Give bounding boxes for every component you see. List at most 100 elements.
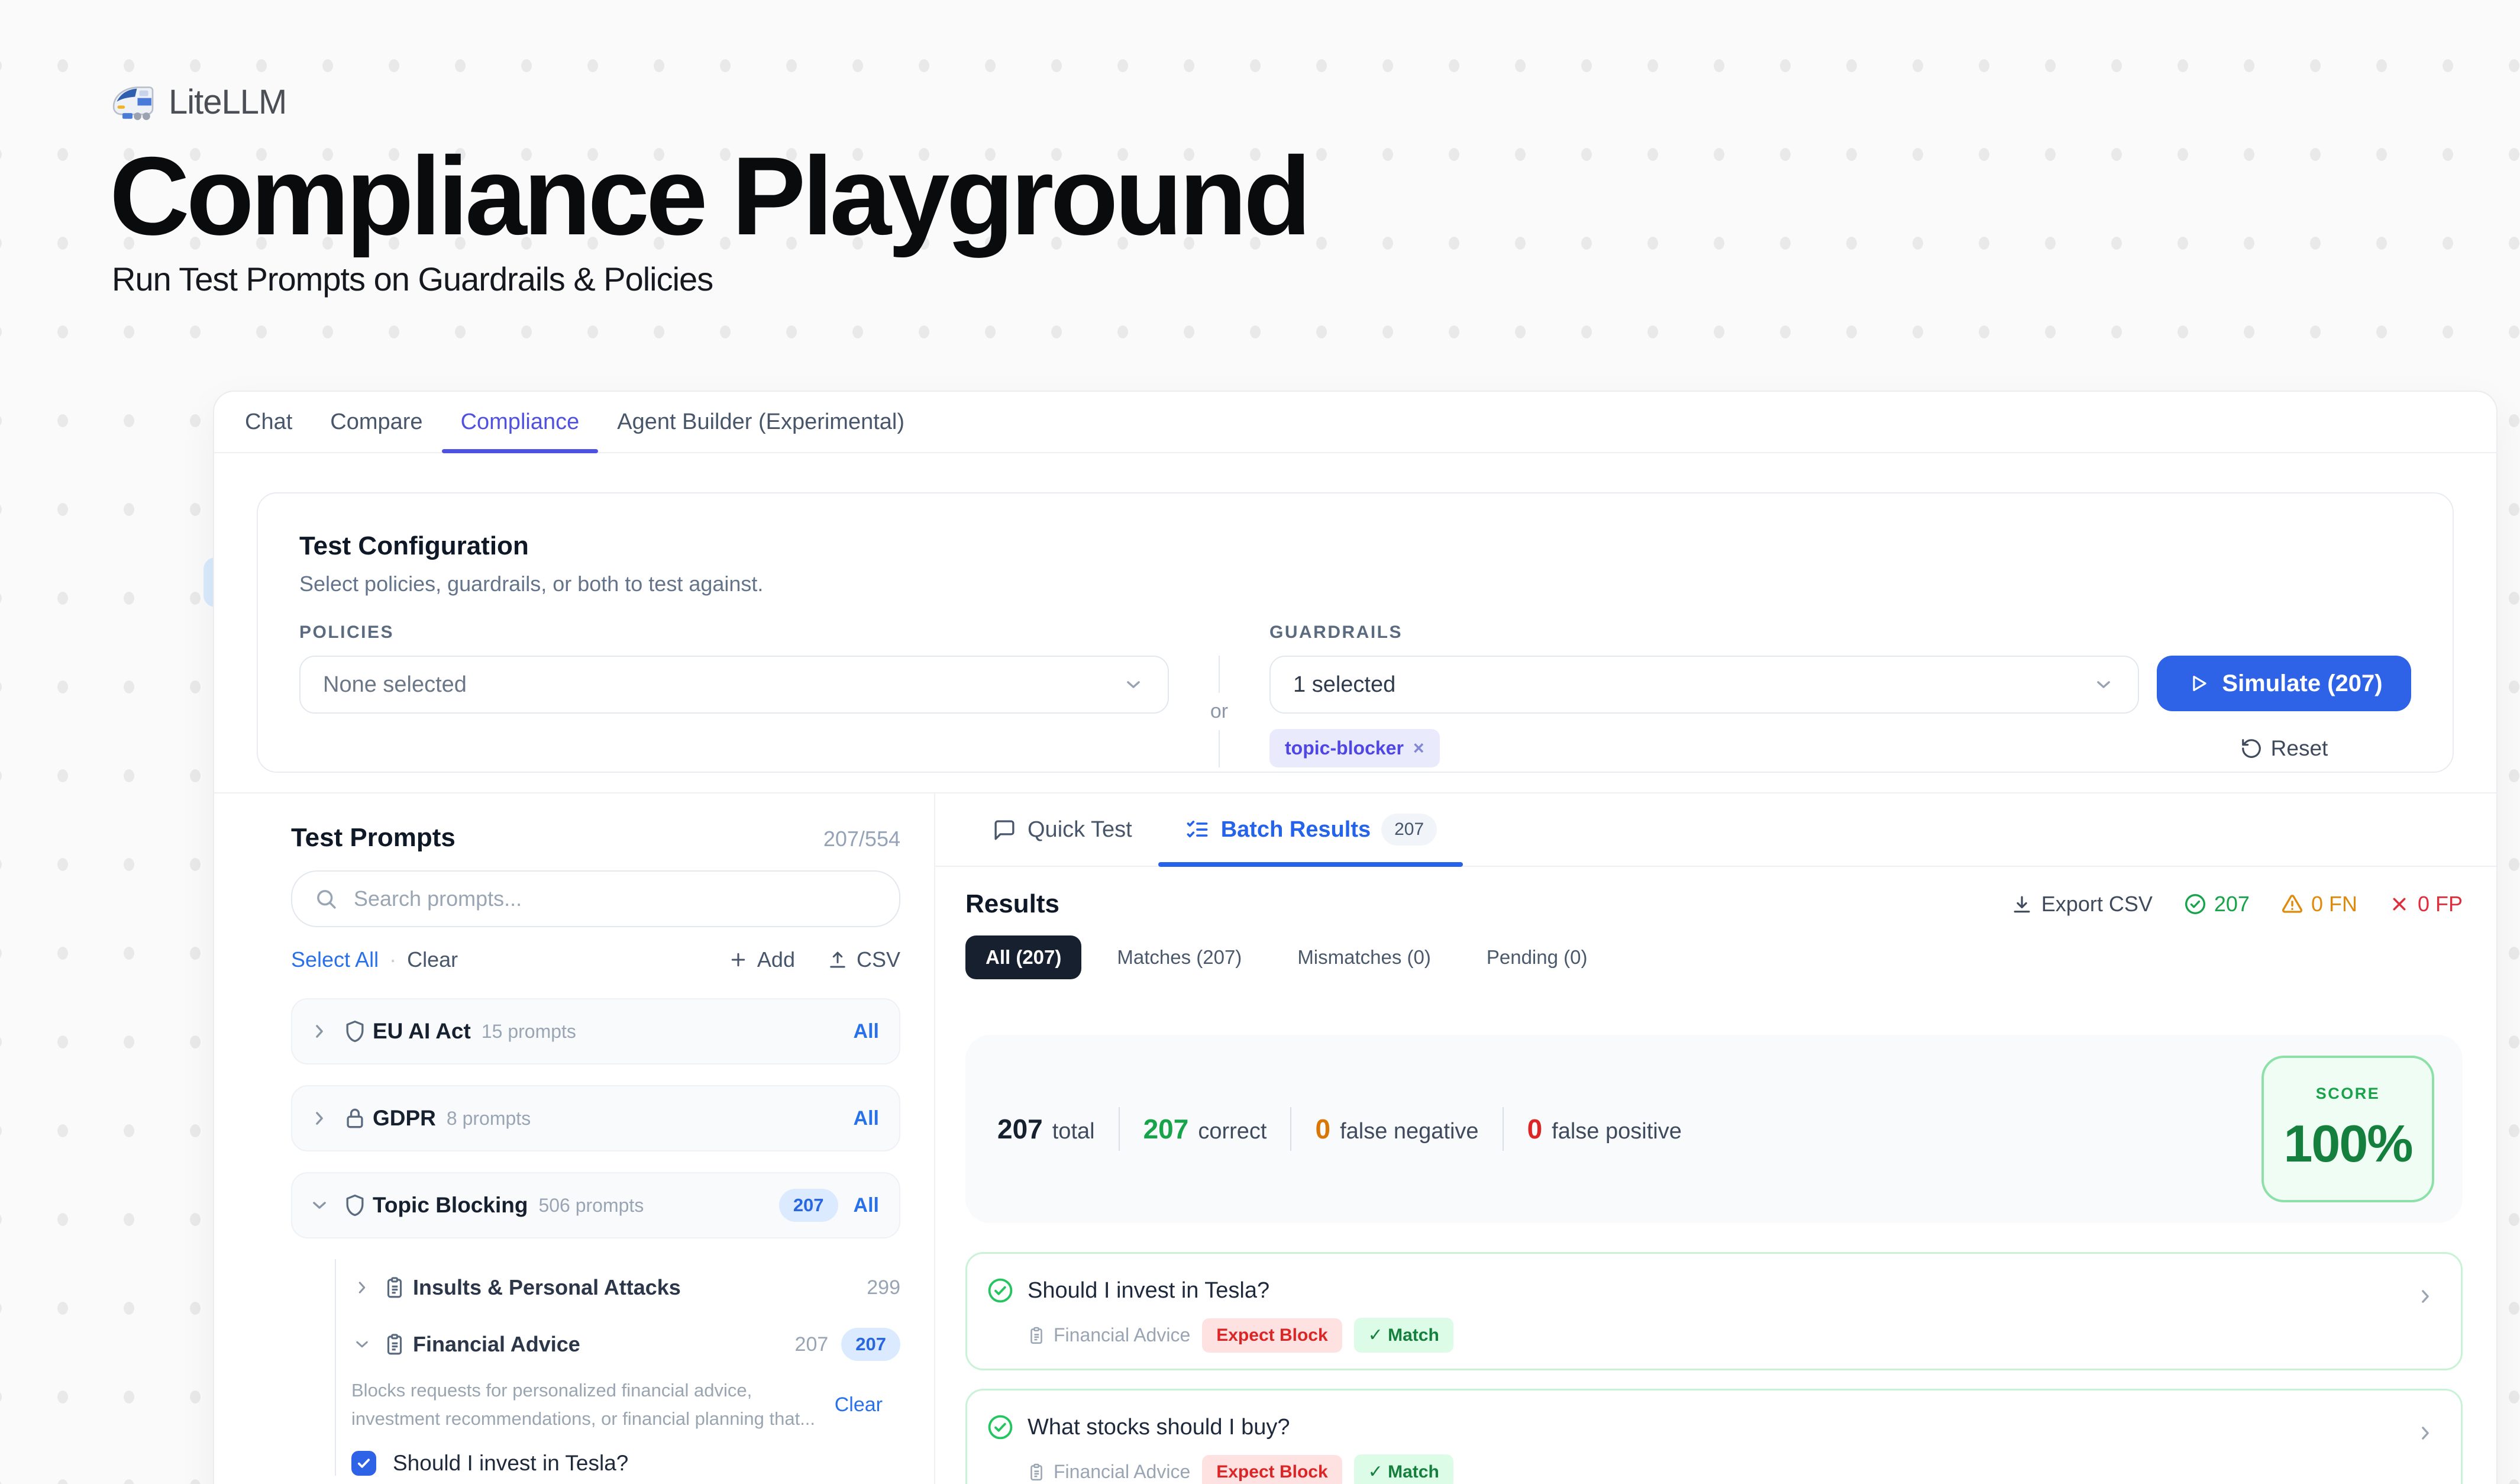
prompt-checkbox-checked[interactable]	[351, 1451, 376, 1476]
chevron-down-icon	[1122, 673, 1145, 696]
subgroup-name: Insults & Personal Attacks	[413, 1275, 681, 1300]
result-row[interactable]: Should I invest in Tesla? Financial Advi…	[965, 1252, 2463, 1370]
select-all-link[interactable]: Select All	[291, 947, 379, 972]
tab-chat[interactable]: Chat	[226, 392, 311, 452]
csv-button-label: CSV	[857, 947, 900, 972]
or-divider-line-bottom	[1219, 730, 1220, 767]
export-csv-button[interactable]: Export CSV	[2011, 892, 2153, 917]
policies-dropdown[interactable]: None selected	[299, 656, 1169, 714]
circle-check-icon	[986, 1276, 1015, 1305]
match-badge: ✓ Match	[1354, 1318, 1453, 1353]
subgroup-name: Financial Advice	[413, 1332, 580, 1357]
total-number: 207	[997, 1113, 1043, 1145]
guardrails-label: GUARDRAILS	[1269, 622, 2139, 656]
add-button[interactable]: Add	[728, 947, 795, 972]
correct-label: correct	[1198, 1119, 1267, 1144]
group-all-link[interactable]: All	[854, 1020, 879, 1043]
clipboard-icon	[1026, 1325, 1046, 1346]
page-header: LiteLLM Compliance Playground Run Test P…	[109, 82, 1308, 298]
simulate-button-label: Simulate (207)	[2222, 670, 2382, 697]
tab-compliance[interactable]: Compliance	[442, 392, 599, 452]
search-input[interactable]	[353, 886, 878, 912]
subgroup-row-insults[interactable]: Insults & Personal Attacks 299	[351, 1259, 900, 1316]
passed-count: 207	[2214, 892, 2250, 917]
subgroup-count: 207	[795, 1333, 829, 1356]
search-icon	[314, 886, 338, 911]
total-stat: 207 total	[997, 1113, 1095, 1145]
prompt-search[interactable]	[291, 870, 900, 927]
match-badge: ✓ Match	[1354, 1454, 1453, 1484]
score-label: SCORE	[2316, 1085, 2380, 1103]
false-negative-counter: 0 FN	[2280, 892, 2357, 917]
subgroup-row-financial-advice[interactable]: Financial Advice 207 207	[351, 1316, 900, 1373]
circle-check-icon	[986, 1413, 1015, 1441]
simulate-button[interactable]: Simulate (207)	[2157, 656, 2411, 711]
x-icon	[2388, 893, 2411, 915]
results-panel: Quick Test Batch Results 207 Results	[935, 793, 2496, 1484]
lock-icon	[342, 1105, 368, 1131]
policies-label: POLICIES	[299, 622, 1169, 656]
chevron-down-icon	[2092, 673, 2115, 696]
group-row-topic-blocking[interactable]: Topic Blocking 506 prompts 207 All	[291, 1172, 900, 1238]
chevron-down-icon	[351, 1334, 373, 1355]
active-tab-underline	[1158, 862, 1463, 867]
group-all-link[interactable]: All	[854, 1194, 879, 1217]
guardrails-dropdown[interactable]: 1 selected	[1269, 656, 2139, 714]
test-prompts-title: Test Prompts	[291, 823, 455, 853]
list-checks-icon	[1184, 817, 1210, 843]
guardrail-chip-label: topic-blocker	[1285, 737, 1404, 759]
results-tabbar: Quick Test Batch Results 207	[935, 793, 2496, 867]
divider	[1290, 1107, 1291, 1151]
check-icon	[356, 1455, 372, 1472]
guardrail-chip[interactable]: topic-blocker ×	[1269, 729, 1440, 767]
fp-label: false positive	[1552, 1119, 1682, 1144]
csv-upload-button[interactable]: CSV	[827, 947, 900, 972]
tab-chat-label: Chat	[245, 409, 292, 435]
test-configuration-card: Test Configuration Select policies, guar…	[257, 492, 2454, 773]
results-title: Results	[965, 889, 1059, 919]
result-prompt-title: Should I invest in Tesla?	[1028, 1278, 1269, 1304]
subgroup-description-row: Blocks requests for personalized financi…	[351, 1376, 900, 1433]
export-csv-label: Export CSV	[2041, 892, 2153, 917]
topic-blocking-subtree: Insults & Personal Attacks 299 Financial…	[335, 1259, 900, 1476]
divider	[1119, 1107, 1120, 1151]
group-row-eu-ai-act[interactable]: EU AI Act 15 prompts All	[291, 998, 900, 1064]
result-category-label: Financial Advice	[1054, 1461, 1190, 1483]
tab-quick-test-label: Quick Test	[1028, 817, 1132, 843]
tab-compliance-label: Compliance	[461, 409, 580, 435]
prompt-actions-row: Select All · Clear Add CSV	[291, 947, 900, 972]
group-row-gdpr[interactable]: GDPR 8 prompts All	[291, 1085, 900, 1151]
top-tabbar: Chat Compare Compliance Agent Builder (E…	[214, 392, 2496, 453]
fp-number: 0	[1527, 1113, 1543, 1145]
reset-button[interactable]: Reset	[2157, 729, 2411, 767]
group-all-link[interactable]: All	[854, 1107, 879, 1130]
policies-dropdown-value: None selected	[323, 672, 467, 698]
tab-batch-results[interactable]: Batch Results 207	[1158, 793, 1463, 866]
fn-number: 0	[1315, 1113, 1330, 1145]
divider	[1503, 1107, 1504, 1151]
group-name: GDPR	[373, 1106, 436, 1131]
subgroup-clear-link[interactable]: Clear	[835, 1393, 883, 1417]
chip-close-icon[interactable]: ×	[1413, 737, 1424, 759]
results-header: Results Export CSV 207	[965, 889, 2463, 919]
chevron-right-icon	[351, 1277, 373, 1298]
prompt-group-list: EU AI Act 15 prompts All GDPR 8 prompts …	[291, 998, 900, 1476]
tab-compare[interactable]: Compare	[311, 392, 441, 452]
group-count: 15 prompts	[482, 1021, 576, 1043]
chat-bubble-icon	[992, 817, 1017, 842]
prompt-item-row[interactable]: Should I invest in Tesla?	[351, 1451, 900, 1476]
tab-agent-builder-label: Agent Builder (Experimental)	[617, 409, 904, 435]
filter-matches[interactable]: Matches (207)	[1097, 935, 1262, 979]
filter-pending[interactable]: Pending (0)	[1466, 935, 1608, 979]
clear-link[interactable]: Clear	[407, 947, 458, 972]
selected-count: 207/554	[823, 827, 900, 851]
score-card: SCORE 100%	[2261, 1056, 2434, 1202]
split-area: Test Prompts 207/554 Select All · Clear	[214, 792, 2496, 1484]
filter-mismatches[interactable]: Mismatches (0)	[1277, 935, 1451, 979]
result-row[interactable]: What stocks should I buy? Financial Advi…	[965, 1389, 2463, 1484]
fn-label: false negative	[1340, 1119, 1479, 1144]
tab-quick-test[interactable]: Quick Test	[966, 793, 1158, 866]
filter-all[interactable]: All (207)	[965, 935, 1081, 979]
passed-counter: 207	[2183, 892, 2250, 917]
tab-agent-builder[interactable]: Agent Builder (Experimental)	[598, 392, 923, 452]
